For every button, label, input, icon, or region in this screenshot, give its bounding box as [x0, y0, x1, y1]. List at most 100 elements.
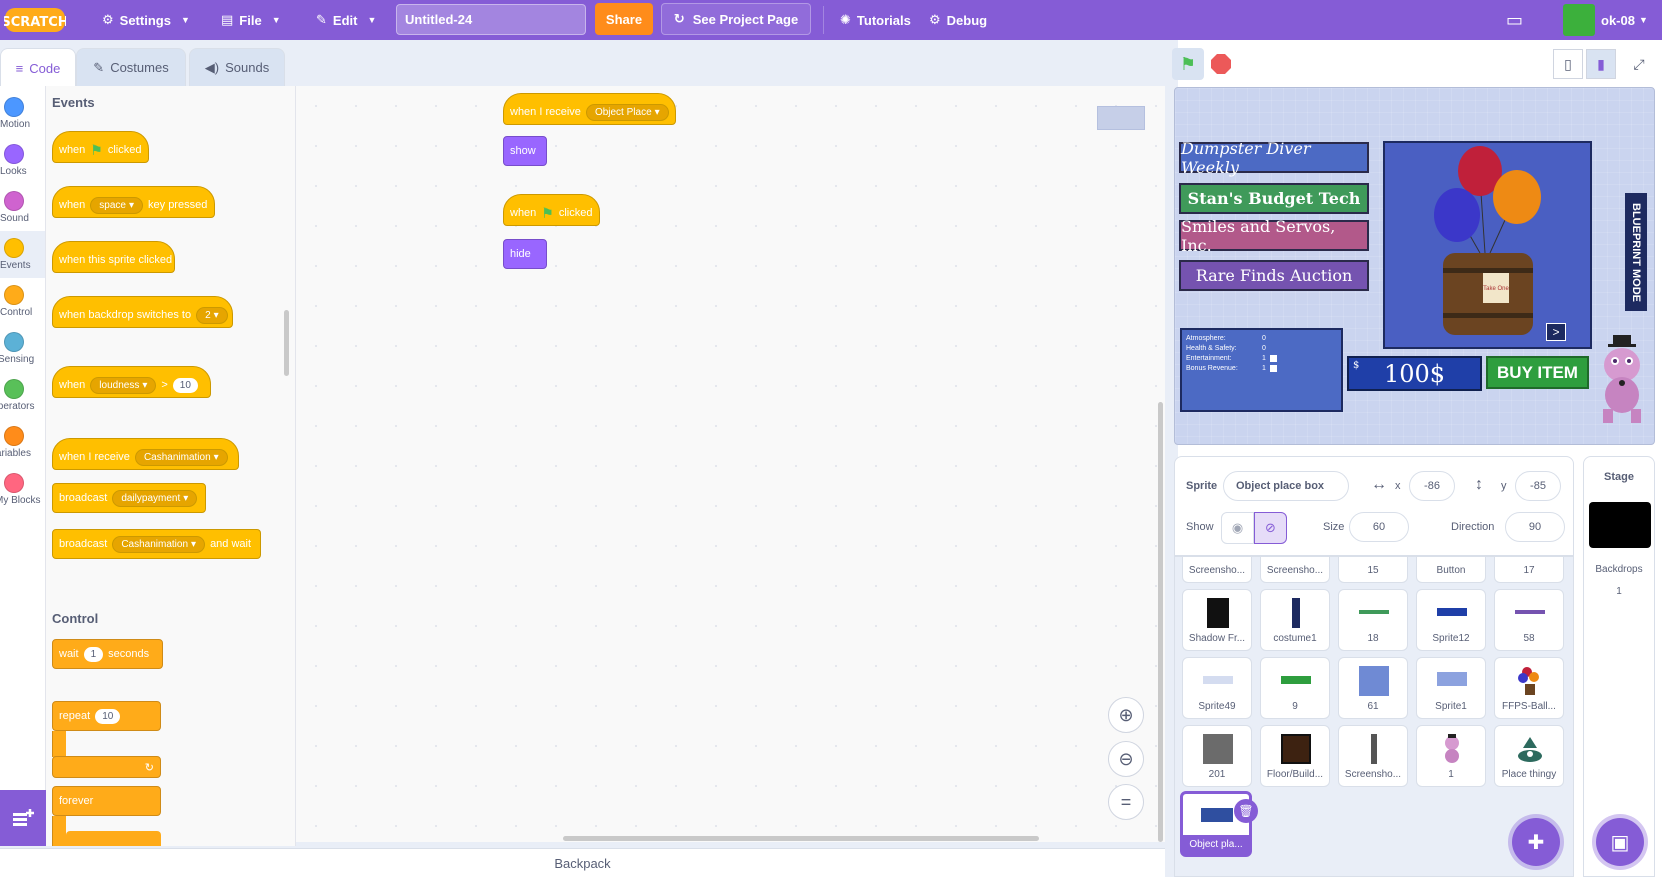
sprite-tile[interactable]: Sprite1 [1416, 657, 1486, 719]
avatar[interactable] [1563, 4, 1595, 36]
sprite-tile[interactable]: 9 [1260, 657, 1330, 719]
category-variables[interactable]: Variables [0, 419, 45, 466]
my-stuff-folder-icon[interactable]: ▭ [1506, 0, 1523, 40]
when-sprite-clicked-block[interactable]: when this sprite clicked [52, 241, 175, 273]
delete-sprite-icon[interactable]: 🗑 [1234, 799, 1258, 823]
sprite-tile[interactable]: 18 [1338, 589, 1408, 651]
add-backdrop-button[interactable]: ▣ [1596, 818, 1644, 866]
broadcast-block[interactable]: broadcast dailypayment ▾ [52, 483, 206, 513]
sprite-name-input[interactable]: Object place box [1223, 471, 1349, 501]
message-dropdown[interactable]: Cashanimation ▾ [134, 448, 228, 466]
see-project-page-button[interactable]: ↻ See Project Page [661, 3, 811, 35]
sprite-tile[interactable]: Sprite12 [1416, 589, 1486, 651]
key-dropdown[interactable]: space ▾ [90, 196, 144, 214]
category-events[interactable]: Events [0, 231, 45, 278]
x-position-input[interactable]: -86 [1409, 471, 1455, 501]
stop-button[interactable] [1211, 54, 1231, 74]
sprite-tile[interactable]: Screensho... [1182, 557, 1252, 583]
hide-eye-icon[interactable]: ⊘ [1254, 512, 1287, 544]
category-my-blocks[interactable]: My Blocks [0, 466, 45, 513]
tab-sounds[interactable]: ◀) Sounds [189, 48, 285, 86]
fullscreen-icon[interactable]: ⤢ [1624, 49, 1654, 79]
next-item-button[interactable]: > [1546, 323, 1566, 341]
forever-block[interactable]: forever [52, 786, 161, 816]
repeat-value-input[interactable]: 10 [95, 708, 121, 724]
tutorials-button[interactable]: ✺ Tutorials [840, 0, 911, 40]
share-button[interactable]: Share [595, 3, 653, 35]
sprite-tile[interactable]: 17 [1494, 557, 1564, 583]
sprite-tile[interactable]: Screensho... [1338, 725, 1408, 787]
tab-code[interactable]: ≡ Code [0, 48, 76, 88]
sprite-tile[interactable]: 15 [1338, 557, 1408, 583]
broadcast-dropdown[interactable]: dailypayment ▾ [112, 489, 198, 507]
loudness-value-input[interactable]: 10 [172, 377, 198, 393]
when-key-pressed-block[interactable]: when space ▾ key pressed [52, 186, 215, 218]
stage-button-smiles[interactable]: Smiles and Servos, Inc. [1179, 217, 1369, 255]
show-visible-icon[interactable]: ◉ [1221, 512, 1254, 544]
when-flag-clicked-block[interactable]: when ⚑ clicked [52, 131, 149, 163]
sprite-tile[interactable]: 201 [1182, 725, 1252, 787]
script-area[interactable]: when I receive Object Place ▾ show when ⚑… [296, 86, 1165, 842]
sprite-tile[interactable]: 1 [1416, 725, 1486, 787]
script-area-horizontal-scrollbar[interactable] [563, 836, 1039, 841]
buy-item-button[interactable]: BUY ITEM [1486, 356, 1589, 389]
sprite-tile[interactable]: 61 [1338, 657, 1408, 719]
sprite-tile[interactable]: Screensho... [1260, 557, 1330, 583]
stage-button-rare-finds[interactable]: Rare Finds Auction [1179, 260, 1369, 291]
settings-menu[interactable]: ⚙ Settings ▼ [102, 0, 190, 40]
edit-menu[interactable]: ✎ Edit ▼ [316, 0, 376, 40]
stage-canvas[interactable]: Dumpster Diver Weekly Stan's Budget Tech… [1174, 87, 1655, 445]
stage-selector-panel[interactable]: Stage Backdrops 1 [1583, 456, 1655, 877]
stage-button-dumpster[interactable]: Dumpster Diver Weekly [1179, 139, 1369, 177]
sprite-tile[interactable]: Shadow Fr... [1182, 589, 1252, 651]
zoom-reset-icon[interactable]: = [1108, 784, 1144, 820]
palette-scrollbar[interactable] [284, 310, 289, 376]
tab-costumes[interactable]: ✎ Costumes [76, 48, 186, 86]
backdrop-dropdown[interactable]: 2 ▾ [196, 306, 228, 324]
category-motion[interactable]: Motion [0, 90, 45, 137]
sprite-tile[interactable]: Sprite49 [1182, 657, 1252, 719]
scratch-logo[interactable]: SCRATCH [4, 6, 66, 34]
repeat-block[interactable]: repeat 10 [52, 701, 161, 731]
debug-button[interactable]: ⚙ Debug [929, 0, 987, 40]
category-sound[interactable]: Sound [0, 184, 45, 231]
when-flag-clicked-script-block[interactable]: when ⚑ clicked [503, 194, 600, 226]
when-backdrop-switches-block[interactable]: when backdrop switches to 2 ▾ [52, 296, 233, 328]
category-operators[interactable]: Operators [0, 372, 45, 419]
sprite-tile[interactable]: Button [1416, 557, 1486, 583]
direction-input[interactable]: 90 [1505, 512, 1565, 542]
project-title-input[interactable]: Untitled-24 [396, 4, 586, 35]
small-stage-button[interactable]: ▯ [1553, 49, 1583, 79]
green-flag-button[interactable]: ⚑ [1172, 48, 1204, 80]
backpack-bar[interactable]: Backpack [0, 848, 1165, 877]
add-extension-button[interactable] [0, 790, 46, 846]
blueprint-mode-button[interactable]: BLUEPRINT MODE [1625, 193, 1647, 311]
zoom-out-icon[interactable]: ⊖ [1108, 741, 1144, 777]
hide-block[interactable]: hide [503, 239, 547, 269]
sprite-tile[interactable]: FFPS-Ball... [1494, 657, 1564, 719]
wait-value-input[interactable]: 1 [83, 646, 104, 662]
sprite-tile[interactable]: Place thingy [1494, 725, 1564, 787]
show-block[interactable]: show [503, 136, 547, 166]
account-menu[interactable]: ok-08 ▼ [1601, 0, 1648, 40]
zoom-in-icon[interactable]: ⊕ [1108, 697, 1144, 733]
y-position-input[interactable]: -85 [1515, 471, 1561, 501]
normal-stage-button[interactable]: ▮ [1586, 49, 1616, 79]
loudness-dropdown[interactable]: loudness ▾ [90, 376, 157, 394]
sprite-tile[interactable]: Floor/Build... [1260, 725, 1330, 787]
message-dropdown[interactable]: Object Place ▾ [585, 103, 669, 121]
category-looks[interactable]: Looks [0, 137, 45, 184]
script-area-vertical-scrollbar[interactable] [1158, 402, 1163, 842]
when-loudness-block[interactable]: when loudness ▾ > 10 [52, 366, 211, 398]
file-menu[interactable]: ▤ File ▼ [221, 0, 281, 40]
category-sensing[interactable]: Sensing [0, 325, 45, 372]
category-control[interactable]: Control [0, 278, 45, 325]
when-i-receive-block[interactable]: when I receive Cashanimation ▾ [52, 438, 239, 470]
size-input[interactable]: 60 [1349, 512, 1409, 542]
broadcast-and-wait-block[interactable]: broadcast Cashanimation ▾ and wait [52, 529, 261, 559]
sprite-tile[interactable]: 58 [1494, 589, 1564, 651]
when-i-receive-object-place-block[interactable]: when I receive Object Place ▾ [503, 93, 676, 125]
add-sprite-button[interactable]: ✚ [1512, 818, 1560, 866]
broadcast-wait-dropdown[interactable]: Cashanimation ▾ [112, 535, 206, 553]
stage-button-stans[interactable]: Stan's Budget Tech [1179, 183, 1369, 214]
